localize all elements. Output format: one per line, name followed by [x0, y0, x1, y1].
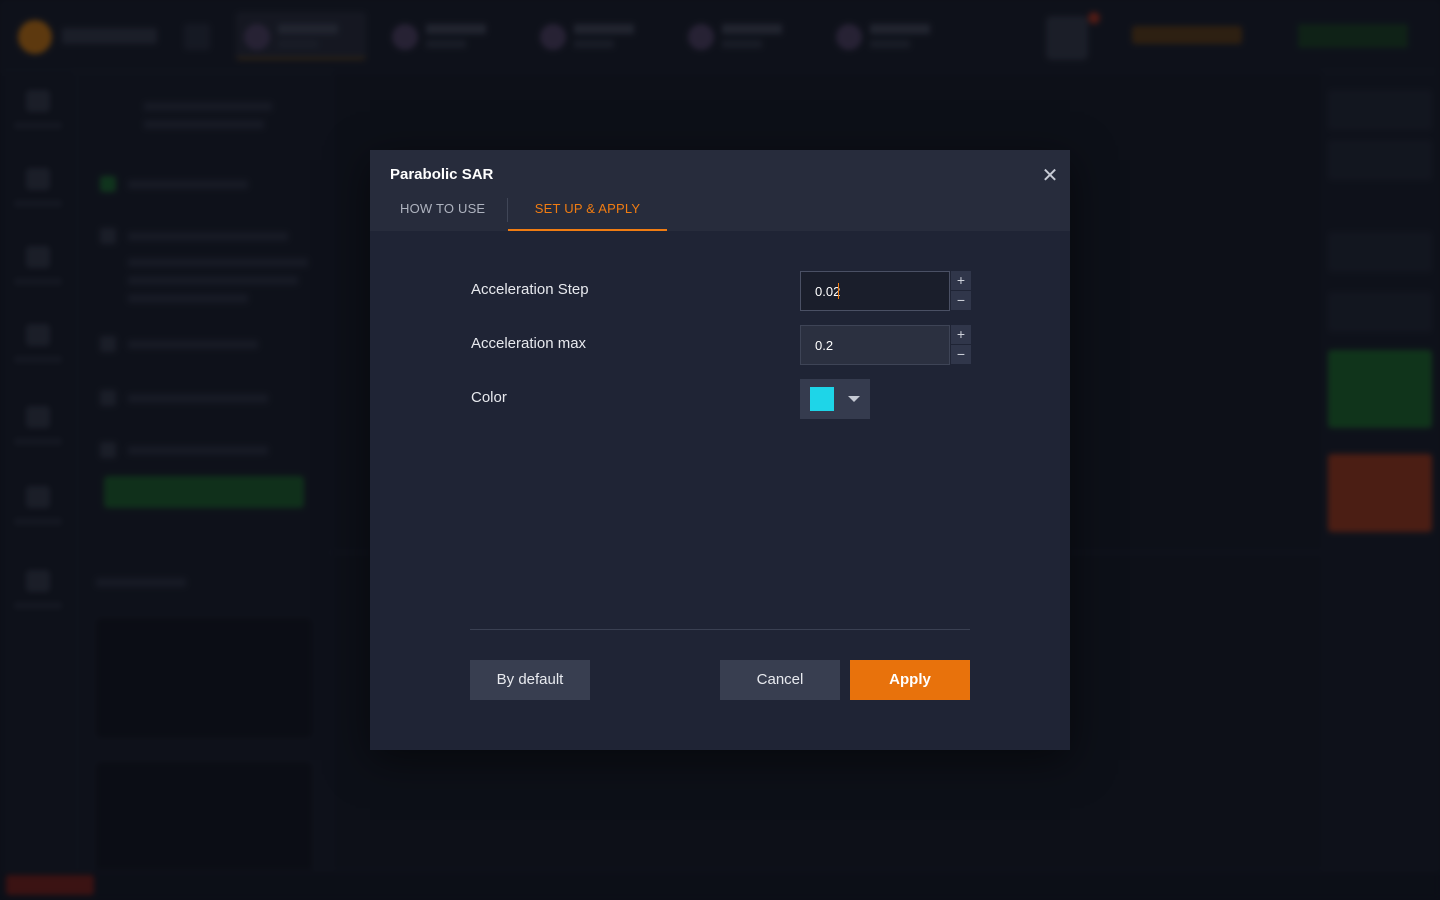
acceleration-step-input[interactable] — [800, 271, 950, 311]
color-label: Color — [471, 389, 507, 406]
acceleration-step-decrement-button[interactable]: − — [951, 291, 971, 310]
acceleration-max-increment-button[interactable]: + — [951, 325, 971, 344]
color-swatch — [810, 387, 834, 411]
dialog-header: Parabolic SAR ✕ HOW TO USE SET UP & APPL… — [370, 150, 1070, 231]
tab-set-up-and-apply[interactable]: SET UP & APPLY — [508, 194, 667, 231]
by-default-button[interactable]: By default — [470, 660, 590, 700]
acceleration-step-label: Acceleration Step — [471, 281, 589, 298]
acceleration-step-increment-button[interactable]: + — [951, 271, 971, 290]
dialog-title: Parabolic SAR — [390, 166, 494, 183]
chevron-down-icon — [848, 396, 860, 402]
indicator-settings-dialog: Parabolic SAR ✕ HOW TO USE SET UP & APPL… — [370, 150, 1070, 750]
apply-button[interactable]: Apply — [850, 660, 970, 700]
acceleration-max-input[interactable] — [800, 325, 950, 365]
tab-how-to-use[interactable]: HOW TO USE — [390, 194, 507, 231]
text-cursor — [838, 283, 839, 299]
acceleration-max-decrement-button[interactable]: − — [951, 345, 971, 364]
footer-divider — [470, 629, 970, 630]
acceleration-max-label: Acceleration max — [471, 335, 587, 352]
color-picker-dropdown[interactable] — [800, 379, 870, 419]
close-icon[interactable]: ✕ — [1038, 164, 1062, 188]
cancel-button[interactable]: Cancel — [720, 660, 840, 700]
